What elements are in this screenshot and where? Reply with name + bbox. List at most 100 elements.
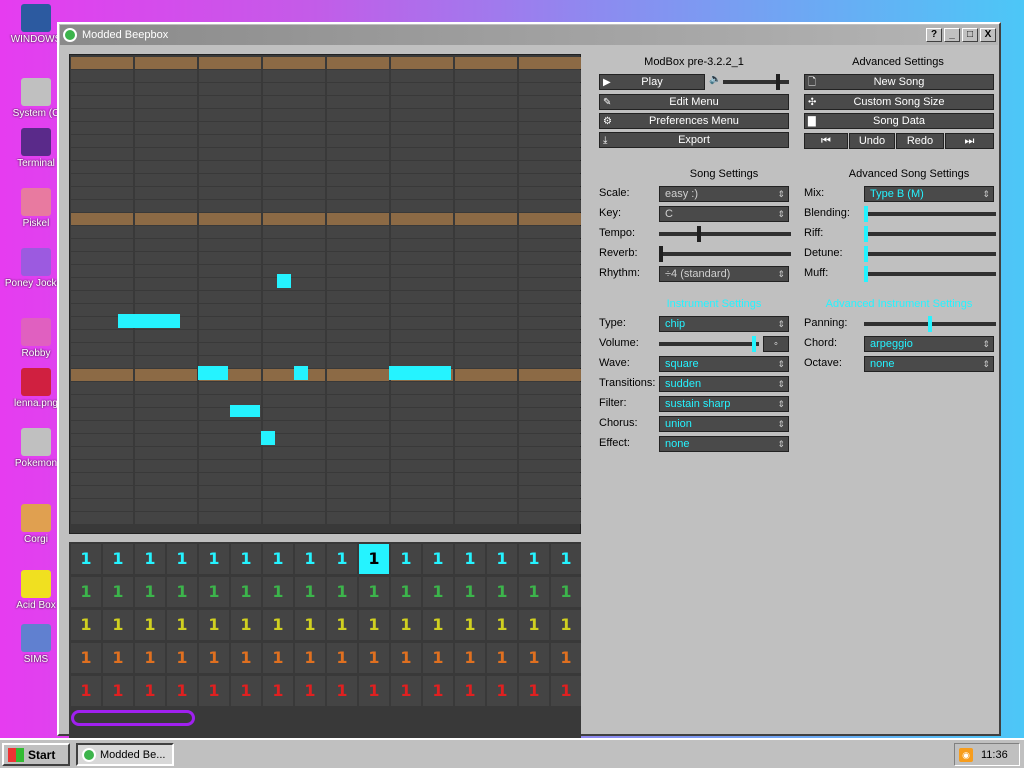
track-cell[interactable]: 1: [551, 577, 581, 607]
rhythm-select[interactable]: ÷4 (standard): [659, 266, 789, 282]
track-cell[interactable]: 1: [519, 577, 549, 607]
track-cell[interactable]: 1: [199, 610, 229, 640]
title-bar[interactable]: Modded Beepbox ? _ □ X: [60, 25, 998, 45]
rss-icon[interactable]: ◉: [959, 747, 973, 762]
track-cell[interactable]: 1: [199, 544, 229, 574]
track-cell[interactable]: 1: [199, 676, 229, 706]
track-cell[interactable]: 1: [423, 643, 453, 673]
track-cell[interactable]: 1: [519, 676, 549, 706]
scale-select[interactable]: easy :): [659, 186, 789, 202]
track-cell[interactable]: 1: [167, 577, 197, 607]
wave-select[interactable]: square: [659, 356, 789, 372]
track-cell[interactable]: 1: [519, 544, 549, 574]
edit-menu-select[interactable]: ✎ Edit Menu: [599, 94, 789, 110]
track-cell[interactable]: 1: [487, 676, 517, 706]
chorus-select[interactable]: union: [659, 416, 789, 432]
track-cell[interactable]: 1: [423, 610, 453, 640]
new-song-button[interactable]: 🗋 New Song: [804, 74, 994, 90]
track-cell[interactable]: 1: [519, 643, 549, 673]
track-cell[interactable]: 1: [455, 643, 485, 673]
track-cell[interactable]: 1: [487, 544, 517, 574]
track-cell[interactable]: 1: [103, 610, 133, 640]
panning-slider[interactable]: [864, 316, 996, 332]
note[interactable]: [261, 431, 275, 445]
track-cell[interactable]: 1: [135, 544, 165, 574]
track-cell[interactable]: 1: [167, 544, 197, 574]
track-cell[interactable]: 1: [327, 676, 357, 706]
filter-select[interactable]: sustain sharp: [659, 396, 789, 412]
track-cell[interactable]: 1: [71, 610, 101, 640]
track-cell[interactable]: 1: [263, 577, 293, 607]
preferences-menu-select[interactable]: ⚙ Preferences Menu: [599, 113, 789, 129]
play-button[interactable]: ▶ Play: [599, 74, 705, 90]
note[interactable]: [198, 366, 228, 380]
effect-select[interactable]: none: [659, 436, 789, 452]
track-cell[interactable]: 1: [551, 643, 581, 673]
track-cell[interactable]: 1: [423, 676, 453, 706]
track-cell[interactable]: 1: [231, 577, 261, 607]
track-cell[interactable]: 1: [167, 643, 197, 673]
custom-song-size-button[interactable]: ✣ Custom Song Size: [804, 94, 994, 110]
track-cell[interactable]: 1: [263, 610, 293, 640]
track-cell[interactable]: 1: [455, 676, 485, 706]
track-cell[interactable]: 1: [103, 643, 133, 673]
track-cell[interactable]: 1: [327, 610, 357, 640]
track-cell[interactable]: 1: [551, 676, 581, 706]
track-cell[interactable]: 1: [295, 544, 325, 574]
track-cell[interactable]: 1: [391, 544, 421, 574]
track-cell[interactable]: 1: [551, 610, 581, 640]
track-cell[interactable]: 1: [359, 610, 389, 640]
octave-select[interactable]: none: [864, 356, 994, 372]
chord-select[interactable]: arpeggio: [864, 336, 994, 352]
redo-button[interactable]: Redo: [896, 133, 944, 149]
track-cell[interactable]: 1: [455, 544, 485, 574]
transitions-select[interactable]: sudden: [659, 376, 789, 392]
export-button[interactable]: ⤓ Export: [599, 132, 789, 148]
track-cell[interactable]: 1: [263, 544, 293, 574]
track-cell[interactable]: 1: [391, 643, 421, 673]
track-cell[interactable]: 1: [231, 676, 261, 706]
skip-back-button[interactable]: ⏮: [804, 133, 848, 149]
help-button[interactable]: ?: [926, 28, 942, 42]
note[interactable]: [294, 366, 308, 380]
instrument-volume-slider[interactable]: [659, 336, 759, 352]
song-data-button[interactable]: ▇ Song Data: [804, 113, 994, 129]
note[interactable]: [118, 314, 180, 328]
note[interactable]: [277, 274, 291, 288]
track-cell[interactable]: 1: [231, 544, 261, 574]
track-cell[interactable]: 1: [231, 610, 261, 640]
track-cell[interactable]: 1: [391, 577, 421, 607]
track-cell[interactable]: 1: [455, 577, 485, 607]
track-cell[interactable]: 1: [167, 676, 197, 706]
close-button[interactable]: X: [980, 28, 996, 42]
track-cell[interactable]: 1: [71, 577, 101, 607]
master-volume-slider[interactable]: 🔈: [709, 74, 789, 90]
track-cell[interactable]: 1: [71, 544, 101, 574]
track-cell[interactable]: 1: [199, 643, 229, 673]
track-cell[interactable]: 1: [327, 544, 357, 574]
track-cell[interactable]: 1: [295, 643, 325, 673]
track-cell[interactable]: 1: [487, 610, 517, 640]
track-cell[interactable]: 1: [391, 676, 421, 706]
track-cell[interactable]: 1: [295, 610, 325, 640]
muff-slider[interactable]: [864, 266, 996, 282]
track-cell[interactable]: 1: [391, 610, 421, 640]
track-cell[interactable]: 1: [135, 643, 165, 673]
track-cell[interactable]: 1: [135, 610, 165, 640]
track-cell[interactable]: 1: [263, 643, 293, 673]
track-cell[interactable]: 1: [551, 544, 581, 574]
type-select[interactable]: chip: [659, 316, 789, 332]
track-cell[interactable]: 1: [327, 643, 357, 673]
blending-slider[interactable]: [864, 206, 996, 222]
track-cell[interactable]: 1: [167, 610, 197, 640]
track-cell[interactable]: 1: [71, 676, 101, 706]
key-select[interactable]: C: [659, 206, 789, 222]
track-editor[interactable]: 1111111111111111111111111111111111111111…: [69, 542, 581, 750]
track-cell[interactable]: 1: [71, 643, 101, 673]
track-cell[interactable]: 1: [359, 643, 389, 673]
detune-slider[interactable]: [864, 246, 996, 262]
reverb-slider[interactable]: [659, 246, 791, 262]
riff-slider[interactable]: [864, 226, 996, 242]
track-cell[interactable]: 1: [359, 676, 389, 706]
track-cell[interactable]: 1: [103, 544, 133, 574]
